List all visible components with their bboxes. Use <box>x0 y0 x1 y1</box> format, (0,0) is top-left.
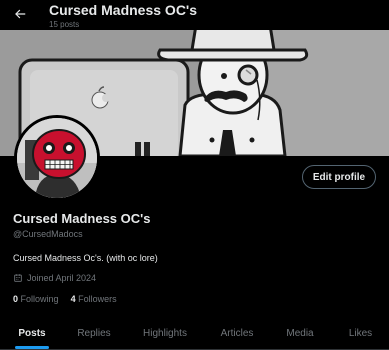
tab-media[interactable]: Media <box>268 316 332 350</box>
profile-handle: @CursedMadocs <box>13 229 83 239</box>
joined-date: Joined April 2024 <box>13 273 96 283</box>
page-title: Cursed Madness OC's <box>49 2 198 18</box>
profile-bio: Cursed Madness Oc's. (with oc lore) <box>13 253 158 263</box>
top-bar: Cursed Madness OC's 15 posts <box>0 0 389 30</box>
display-name: Cursed Madness OC's <box>13 211 151 226</box>
tab-articles[interactable]: Articles <box>206 316 268 350</box>
tab-posts[interactable]: Posts <box>0 316 64 350</box>
active-tab-indicator <box>15 346 49 349</box>
arrow-left-icon <box>15 9 26 19</box>
avatar-image <box>17 118 97 198</box>
tab-highlights[interactable]: Highlights <box>124 316 206 350</box>
avatar[interactable] <box>14 115 100 201</box>
edit-profile-button[interactable]: Edit profile <box>302 165 376 189</box>
followers-label: Followers <box>78 294 117 304</box>
header-title-group: Cursed Madness OC's 15 posts <box>49 2 197 30</box>
profile-tabs: Posts Replies Highlights Articles Media … <box>0 316 389 350</box>
tab-replies[interactable]: Replies <box>64 316 124 350</box>
following-label: Following <box>20 294 59 304</box>
tab-likes[interactable]: Likes <box>332 316 389 350</box>
followers-link[interactable]: 4 Followers <box>71 294 117 304</box>
calendar-icon <box>14 274 22 282</box>
joined-label: Joined April 2024 <box>27 273 97 283</box>
back-button[interactable] <box>10 4 30 24</box>
post-count: 15 posts <box>49 20 80 29</box>
followers-count: 4 <box>70 294 76 304</box>
following-count: 0 <box>13 294 19 304</box>
following-link[interactable]: 0 Following <box>13 294 59 304</box>
follow-stats: 0 Following 4 Followers <box>13 294 117 304</box>
